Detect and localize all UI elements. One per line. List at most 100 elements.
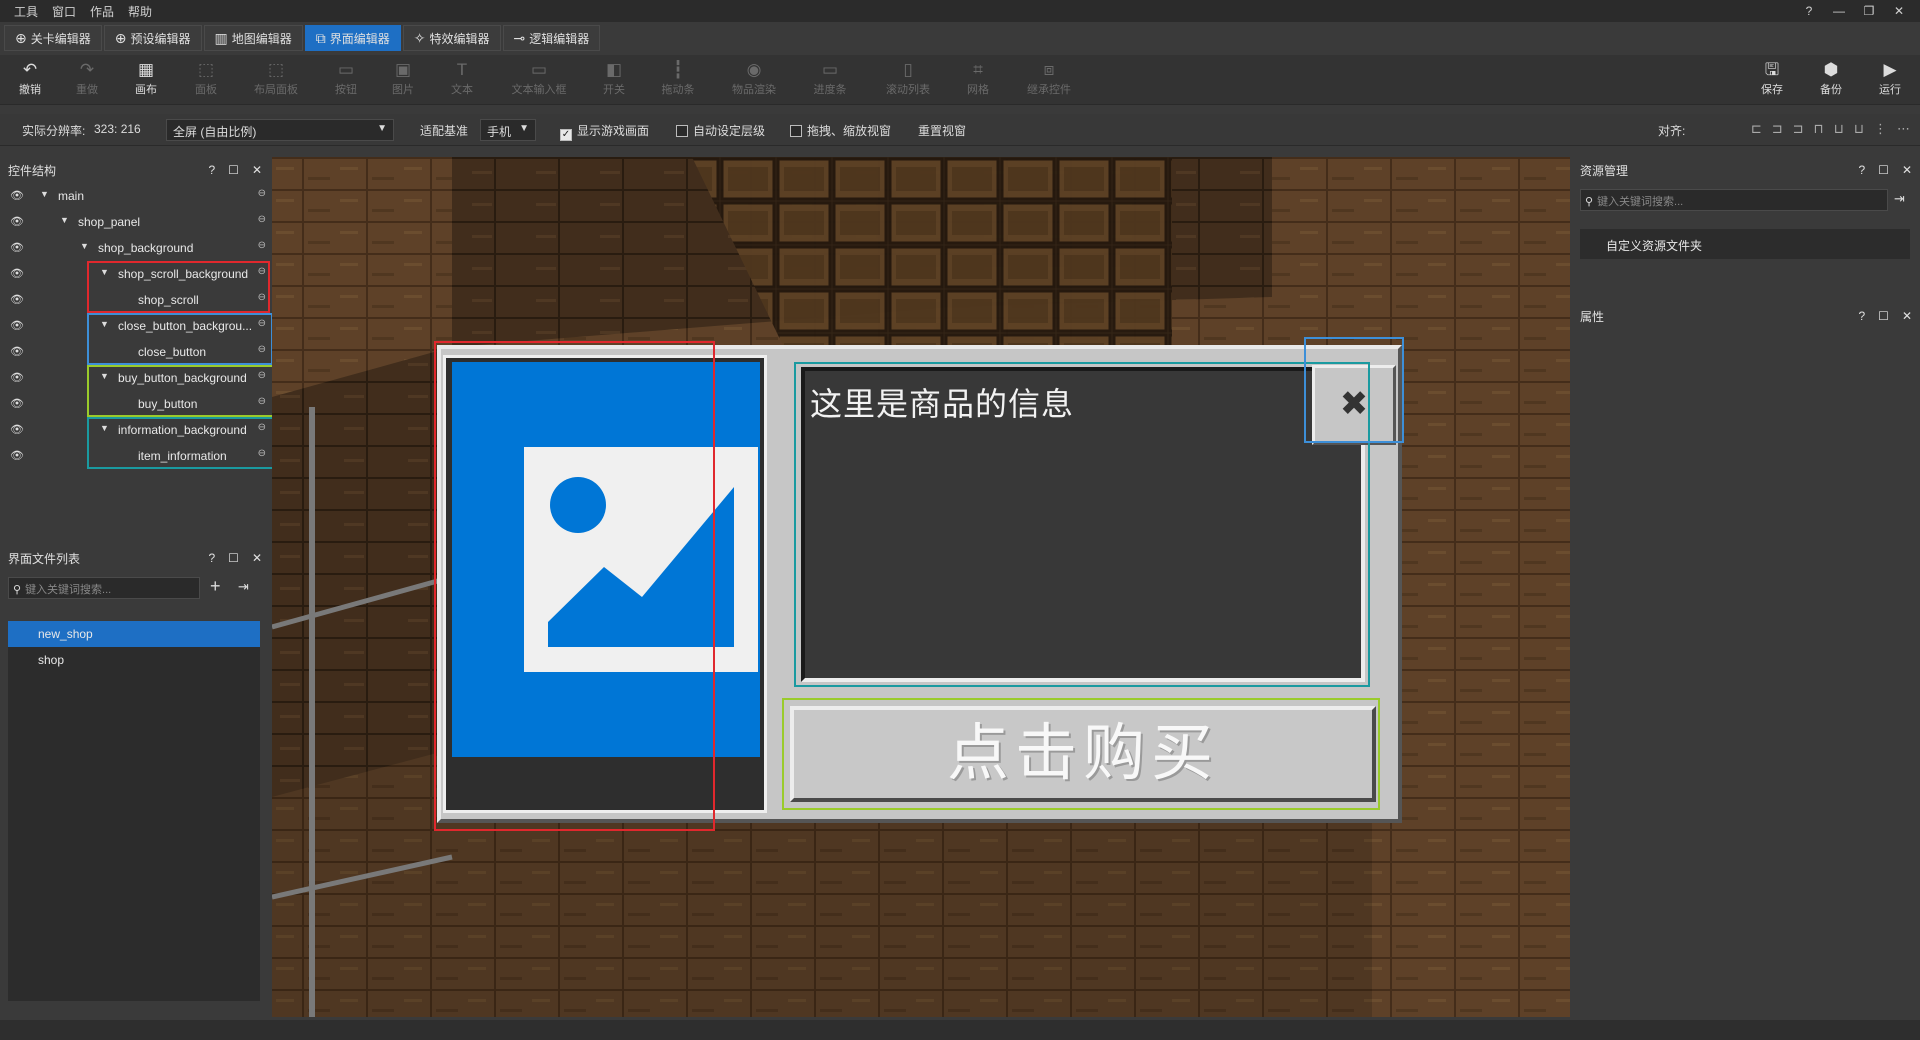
- tree-node-shop-background[interactable]: 👁 ▼ shop_background ⊖: [0, 235, 270, 261]
- backup-button[interactable]: ⬢ 备份: [1801, 59, 1861, 97]
- link-icon[interactable]: ⊖: [258, 370, 266, 381]
- tab-level-editor[interactable]: ⊕ 关卡编辑器: [4, 25, 102, 51]
- caret-down-icon[interactable]: ▼: [100, 319, 109, 329]
- panel-close-button[interactable]: ✕: [1902, 163, 1912, 177]
- align-center-h-icon[interactable]: ⊐: [1772, 121, 1783, 137]
- screen-mode-dropdown[interactable]: 全屏 (自由比例) ▼: [166, 119, 394, 141]
- reset-view-button[interactable]: 重置视窗: [918, 122, 966, 139]
- menu-window[interactable]: 窗口: [45, 3, 83, 20]
- eye-icon[interactable]: 👁: [10, 293, 24, 306]
- link-icon[interactable]: ⊖: [258, 344, 266, 355]
- inherit-control-button[interactable]: ⧈ 继承控件: [1017, 59, 1081, 97]
- panel-help-button[interactable]: ?: [1858, 309, 1865, 323]
- caret-down-icon[interactable]: ▼: [100, 267, 109, 277]
- menu-help[interactable]: 帮助: [121, 3, 159, 20]
- menu-tools[interactable]: 工具: [0, 3, 45, 20]
- align-bottom-icon[interactable]: ⊔: [1854, 121, 1864, 137]
- eye-icon[interactable]: 👁: [10, 319, 24, 332]
- distribute-h-icon[interactable]: ⋮: [1874, 121, 1887, 137]
- tree-node-buy-button[interactable]: 👁 buy_button ⊖: [0, 391, 270, 417]
- tree-node-close-button[interactable]: 👁 close_button ⊖: [0, 339, 270, 365]
- link-icon[interactable]: ⊖: [258, 318, 266, 329]
- tree-node-buy-button-background[interactable]: 👁 ▼ buy_button_background ⊖: [0, 365, 270, 391]
- grid-control-button[interactable]: ⌗ 网格: [948, 59, 1008, 97]
- layout-panel-button[interactable]: ⬚ 布局面板: [246, 59, 306, 97]
- tree-node-main[interactable]: 👁 ▼ main ⊖: [0, 183, 270, 209]
- panel-float-button[interactable]: ☐: [228, 551, 239, 565]
- tab-logic-editor[interactable]: ⊸ 逻辑编辑器: [502, 25, 601, 51]
- redo-button[interactable]: ↷ 重做: [57, 59, 117, 97]
- eye-icon[interactable]: 👁: [10, 215, 24, 228]
- eye-icon[interactable]: 👁: [10, 241, 24, 254]
- link-icon[interactable]: ⊖: [258, 266, 266, 277]
- link-icon[interactable]: ⊖: [258, 396, 266, 407]
- align-left-icon[interactable]: ⊏: [1751, 121, 1762, 137]
- distribute-v-icon[interactable]: ⋯: [1897, 121, 1910, 137]
- tree-node-shop-panel[interactable]: 👁 ▼ shop_panel ⊖: [0, 209, 270, 235]
- link-icon[interactable]: ⊖: [258, 292, 266, 303]
- progress-bar-control-button[interactable]: ▭ 进度条: [800, 59, 860, 97]
- caret-down-icon[interactable]: ▼: [80, 241, 89, 251]
- panel-float-button[interactable]: ☐: [1878, 309, 1889, 323]
- caret-down-icon[interactable]: ▼: [40, 189, 49, 199]
- caret-down-icon[interactable]: ▼: [100, 423, 109, 433]
- eye-icon[interactable]: 👁: [10, 345, 24, 358]
- menu-works[interactable]: 作品: [83, 3, 121, 20]
- text-control-button[interactable]: T 文本: [432, 59, 492, 97]
- save-button[interactable]: 🖫 保存: [1742, 59, 1802, 97]
- ui-file-search-input[interactable]: ⚲ 键入关键词搜索...: [8, 577, 200, 599]
- panel-close-button[interactable]: ✕: [1902, 309, 1912, 323]
- align-top-icon[interactable]: ⊓: [1814, 121, 1824, 137]
- file-item-new-shop[interactable]: new_shop: [8, 621, 260, 647]
- panel-help-button[interactable]: ?: [1858, 163, 1865, 177]
- tab-ui-editor[interactable]: ⧉ 界面编辑器: [304, 25, 401, 51]
- slider-control-button[interactable]: ┇ 拖动条: [648, 59, 708, 97]
- caret-down-icon[interactable]: ▼: [60, 215, 69, 225]
- tab-effects-editor[interactable]: ✧ 特效编辑器: [402, 25, 501, 51]
- eye-icon[interactable]: 👁: [10, 189, 24, 202]
- panel-help-button[interactable]: ?: [208, 163, 215, 177]
- buy-button[interactable]: 点击购买: [790, 706, 1376, 802]
- align-middle-icon[interactable]: ⊔: [1834, 121, 1844, 137]
- tree-node-information-background[interactable]: 👁 ▼ information_background ⊖: [0, 417, 270, 443]
- tree-node-shop-scroll-background[interactable]: 👁 ▼ shop_scroll_background ⊖: [0, 261, 270, 287]
- tree-node-item-information[interactable]: 👁 item_information ⊖: [0, 443, 270, 469]
- panel-float-button[interactable]: ☐: [228, 163, 239, 177]
- canvas-button[interactable]: ▦ 画布: [116, 59, 176, 97]
- import-icon[interactable]: ⇥: [1894, 191, 1905, 207]
- tree-node-close-button-background[interactable]: 👁 ▼ close_button_backgrou... ⊖: [0, 313, 270, 339]
- panel-button[interactable]: ⬚ 面板: [176, 59, 236, 97]
- link-icon[interactable]: ⊖: [258, 240, 266, 251]
- text-input-control-button[interactable]: ▭ 文本输入框: [508, 59, 570, 97]
- auto-layer-checkbox[interactable]: 自动设定层级: [676, 122, 765, 139]
- caret-down-icon[interactable]: ▼: [100, 371, 109, 381]
- help-button[interactable]: ?: [1794, 4, 1824, 18]
- eye-icon[interactable]: 👁: [10, 423, 24, 436]
- eye-icon[interactable]: 👁: [10, 371, 24, 384]
- switch-control-button[interactable]: ◧ 开关: [584, 59, 644, 97]
- item-render-control-button[interactable]: ◉ 物品渲染: [724, 59, 784, 97]
- scroll-list-control-button[interactable]: ▯ 滚动列表: [878, 59, 938, 97]
- drag-zoom-checkbox[interactable]: 拖拽、缩放视窗: [790, 122, 891, 139]
- maximize-button[interactable]: ❐: [1854, 4, 1884, 18]
- panel-float-button[interactable]: ☐: [1878, 163, 1889, 177]
- file-item-shop[interactable]: shop: [8, 647, 260, 673]
- tab-preset-editor[interactable]: ⊕ 预设编辑器: [103, 25, 202, 51]
- link-icon[interactable]: ⊖: [258, 422, 266, 433]
- panel-close-button[interactable]: ✕: [252, 551, 262, 565]
- image-control-button[interactable]: ▣ 图片: [373, 59, 433, 97]
- import-icon[interactable]: ⇥: [238, 579, 249, 595]
- link-icon[interactable]: ⊖: [258, 214, 266, 225]
- eye-icon[interactable]: 👁: [10, 397, 24, 410]
- resource-search-input[interactable]: ⚲ 键入关键词搜索...: [1580, 189, 1888, 211]
- link-icon[interactable]: ⊖: [258, 188, 266, 199]
- eye-icon[interactable]: 👁: [10, 449, 24, 462]
- link-icon[interactable]: ⊖: [258, 448, 266, 459]
- eye-icon[interactable]: 👁: [10, 267, 24, 280]
- tree-node-shop-scroll[interactable]: 👁 shop_scroll ⊖: [0, 287, 270, 313]
- button-control-button[interactable]: ▭ 按钮: [316, 59, 376, 97]
- align-right-icon[interactable]: ⊐: [1793, 121, 1804, 137]
- panel-close-button[interactable]: ✕: [252, 163, 262, 177]
- run-button[interactable]: ▶ 运行: [1860, 59, 1920, 97]
- panel-help-button[interactable]: ?: [208, 551, 215, 565]
